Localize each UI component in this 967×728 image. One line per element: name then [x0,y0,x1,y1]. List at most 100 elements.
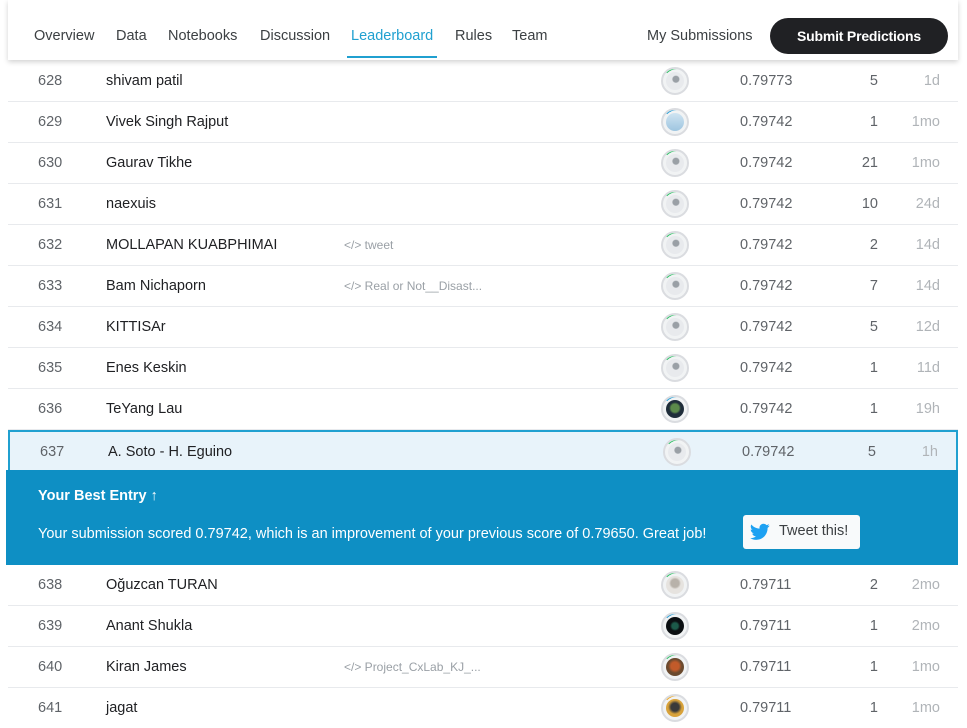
tab-leaderboard[interactable]: Leaderboard [346,0,438,60]
avatar[interactable] [661,354,689,382]
entries-cell: 2 [869,577,878,593]
avatar-image [666,699,684,717]
team-name[interactable]: Anant Shukla [106,606,192,647]
rank-cell: 631 [38,196,63,212]
table-row[interactable]: 633 Bam Nichaporn </> Real or Not__Disast.… [8,266,958,307]
competition-nav: Overview Data Notebooks Discussion Leade… [8,0,958,60]
avatar[interactable] [661,694,689,722]
tab-rules[interactable]: Rules [455,0,492,60]
team-name[interactable]: Oğuzcan TURAN [106,565,218,606]
avatar[interactable] [661,313,689,341]
avatar-image [666,113,684,131]
table-row[interactable]: 632 MOLLAPAN KUABPHIMAI </> tweet 0.79742 2 1… [8,225,958,266]
rank-cell: 639 [38,618,63,634]
avatar-image [668,443,686,461]
rank-cell: 633 [38,278,63,294]
score-cell: 0.79742 [740,278,793,294]
score-cell: 0.79711 [740,700,792,716]
table-row[interactable]: 630 Gaurav Tikhe 0.79742 21 1mo [8,143,958,184]
last-submission-cell: 1h [921,444,938,460]
score-cell: 0.79742 [742,444,795,460]
avatar[interactable] [663,438,691,466]
tab-team[interactable]: Team [512,0,547,60]
rank-cell: 637 [40,444,65,460]
table-row[interactable]: 639 Anant Shukla 0.79711 1 2mo [8,606,958,647]
team-name[interactable]: MOLLAPAN KUABPHIMAI [106,225,277,266]
my-submissions-link[interactable]: My Submissions [647,0,753,60]
avatar-image [666,318,684,336]
team-name[interactable]: A. Soto - H. Eguino [108,432,232,473]
tab-discussion[interactable]: Discussion [260,0,330,60]
avatar-image [666,72,684,90]
score-cell: 0.79742 [740,155,793,171]
score-cell: 0.79711 [740,659,792,675]
avatar[interactable] [661,190,689,218]
table-row[interactable]: 635 Enes Keskin 0.79742 1 11d [8,348,958,389]
kernel-link[interactable]: </> Real or Not__Disast... [344,266,482,307]
last-submission-cell: 2mo [911,618,940,634]
table-row[interactable]: 629 Vivek Singh Rajput 0.79742 1 1mo [8,102,958,143]
best-entry-title: Your Best Entry ↑ [38,488,158,504]
last-submission-cell: 24d [915,196,940,212]
entries-cell: 1 [869,114,878,130]
best-entry-banner: Your Best Entry ↑ Your submission scored… [6,470,958,565]
entries-cell: 10 [861,196,878,212]
avatar[interactable] [661,272,689,300]
rank-cell: 629 [38,114,63,130]
score-cell: 0.79742 [740,401,793,417]
tab-data[interactable]: Data [116,0,147,60]
last-submission-cell: 1mo [911,659,940,675]
entries-cell: 5 [869,73,878,89]
kernel-link[interactable]: </> tweet [344,225,393,266]
table-row-current-team[interactable]: 637 A. Soto - H. Eguino 0.79742 5 1h [8,430,958,472]
table-row[interactable]: 628 shivam patil 0.79773 5 1d [8,61,958,102]
entries-cell: 2 [869,237,878,253]
avatar[interactable] [661,231,689,259]
table-row[interactable]: 638 Oğuzcan TURAN 0.79711 2 2mo [8,565,958,606]
team-name[interactable]: Vivek Singh Rajput [106,102,228,143]
team-name[interactable]: naexuis [106,184,156,225]
score-cell: 0.79742 [740,114,793,130]
team-name[interactable]: Kiran James [106,647,187,688]
rank-cell: 634 [38,319,63,335]
entries-cell: 7 [869,278,878,294]
score-cell: 0.79711 [740,577,792,593]
team-name[interactable]: KITTISAr [106,307,166,348]
table-row[interactable]: 640 Kiran James </> Project_CxLab_KJ_... 0.… [8,647,958,688]
table-row[interactable]: 641 jagat 0.79711 1 1mo [8,688,958,728]
team-name[interactable]: Gaurav Tikhe [106,143,192,184]
avatar[interactable] [661,108,689,136]
avatar[interactable] [661,612,689,640]
last-submission-cell: 14d [915,278,940,294]
tweet-button-label: Tweet this! [779,523,849,539]
submit-predictions-button[interactable]: Submit Predictions [770,18,948,54]
team-name[interactable]: Bam Nichaporn [106,266,206,307]
score-cell: 0.79711 [740,618,792,634]
tab-overview[interactable]: Overview [34,0,94,60]
table-row[interactable]: 636 TeYang Lau 0.79742 1 19h [8,389,958,430]
score-cell: 0.79773 [740,73,793,89]
rank-cell: 635 [38,360,63,376]
avatar[interactable] [661,395,689,423]
team-name[interactable]: shivam patil [106,61,183,102]
avatar[interactable] [661,653,689,681]
entries-cell: 1 [869,659,878,675]
tab-notebooks[interactable]: Notebooks [168,0,237,60]
team-name[interactable]: TeYang Lau [106,389,182,430]
avatar[interactable] [661,149,689,177]
rank-cell: 640 [38,659,63,675]
tweet-button[interactable]: Tweet this! [743,515,860,549]
table-row[interactable]: 634 KITTISAr 0.79742 5 12d [8,307,958,348]
avatar[interactable] [661,67,689,95]
rank-cell: 641 [38,700,63,716]
entries-cell: 1 [869,360,878,376]
team-name[interactable]: jagat [106,688,137,728]
avatar-image [666,576,684,594]
entries-cell: 21 [861,155,878,171]
avatar-image [666,400,684,418]
table-row[interactable]: 631 naexuis 0.79742 10 24d [8,184,958,225]
kernel-link[interactable]: </> Project_CxLab_KJ_... [344,647,481,688]
entries-cell: 1 [869,401,878,417]
avatar[interactable] [661,571,689,599]
team-name[interactable]: Enes Keskin [106,348,187,389]
